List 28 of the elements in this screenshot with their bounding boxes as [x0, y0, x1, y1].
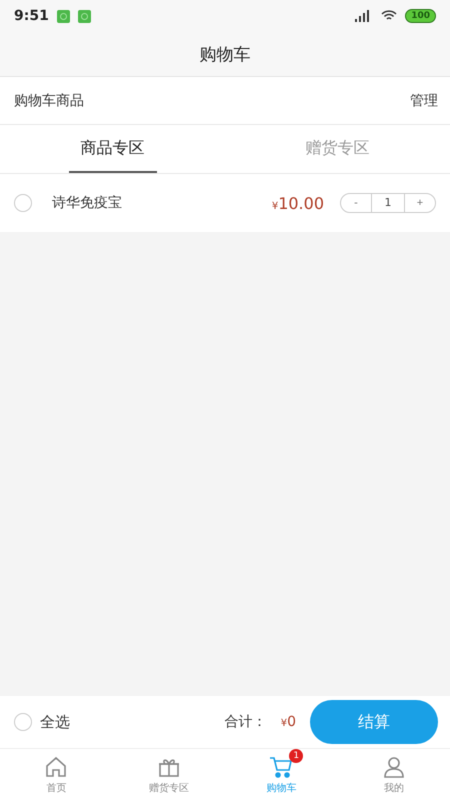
nav-item[interactable]: 赠货专区 — [112, 749, 225, 800]
item-checkbox[interactable] — [14, 194, 32, 212]
quantity-value[interactable]: 1 — [371, 194, 405, 212]
status-time: 9:51 — [14, 8, 49, 24]
app-notification-icon — [56, 10, 70, 22]
app-notification-icon — [78, 10, 91, 22]
total-value: ¥0 — [280, 714, 296, 730]
plus-button[interactable]: + — [405, 197, 435, 209]
user-icon — [382, 754, 406, 778]
home-icon — [44, 754, 68, 778]
nav-item[interactable]: 我的 — [338, 749, 450, 800]
checkout-button[interactable]: 结算 — [310, 700, 438, 744]
nav-item[interactable]: 首页 — [0, 749, 112, 800]
cart-icon — [269, 754, 294, 778]
product-price: ¥10.00 — [272, 194, 324, 212]
select-all-checkbox[interactable] — [14, 713, 32, 731]
wifi-icon — [381, 10, 398, 22]
manage-button[interactable]: 管理 — [410, 92, 438, 110]
battery-indicator: 100 — [405, 9, 436, 23]
section-title: 购物车商品 — [14, 92, 84, 110]
tab[interactable]: 赠货专区 — [294, 125, 382, 173]
total-label: 合计： — [224, 713, 267, 731]
nav-item[interactable]: 1 购物车 — [225, 749, 338, 800]
select-all-label: 全选 — [40, 712, 71, 732]
minus-button[interactable]: - — [341, 197, 371, 209]
count-badge: 1 — [289, 748, 304, 762]
page-title: 购物车 — [200, 44, 250, 66]
product-name: 诗华免疫宝 — [52, 194, 123, 212]
